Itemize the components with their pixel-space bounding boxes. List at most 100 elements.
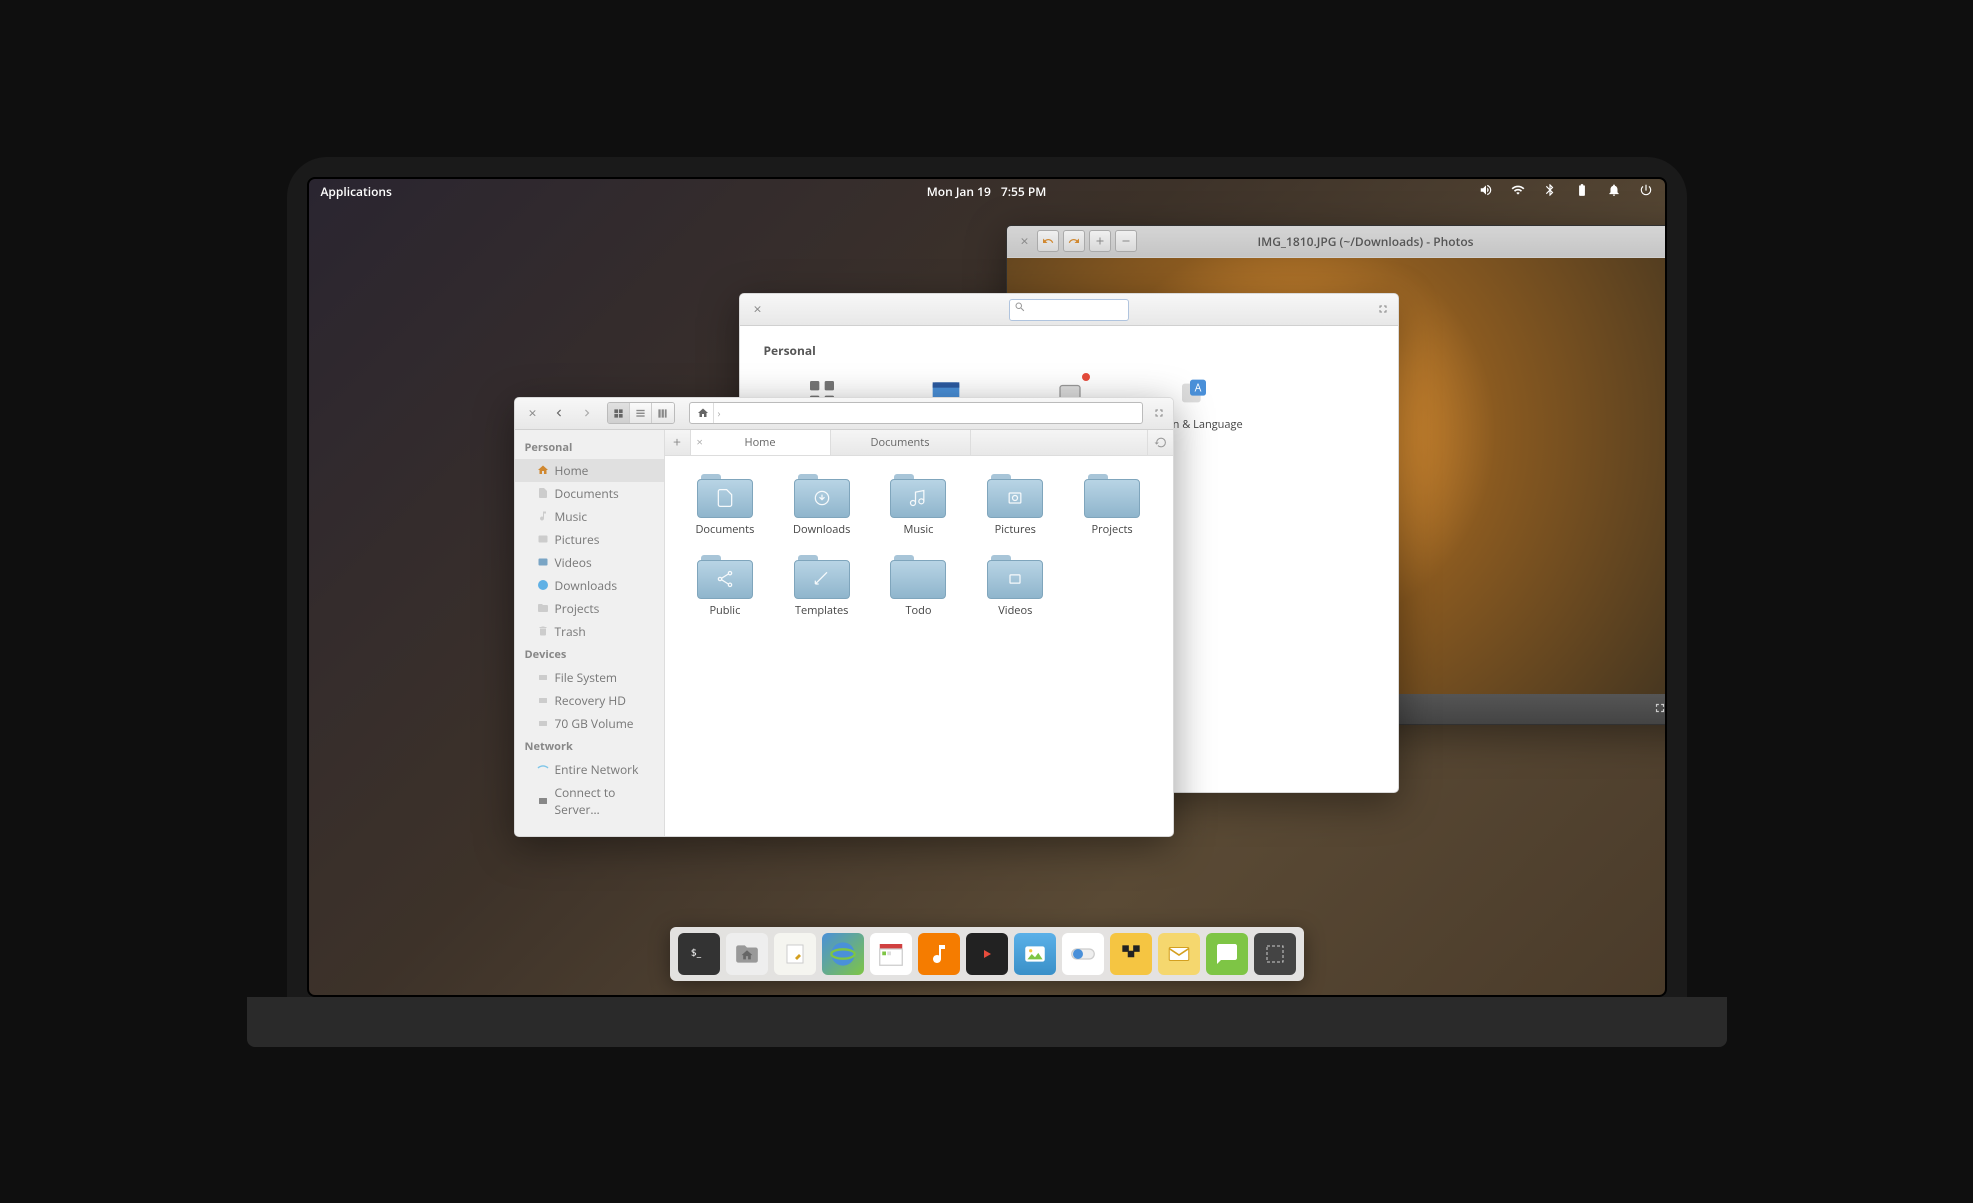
download-icon (537, 579, 549, 591)
home-icon[interactable] (694, 403, 714, 423)
maximize-icon[interactable] (1153, 402, 1165, 424)
dock-browser[interactable] (822, 933, 864, 975)
bluetooth-icon[interactable] (1543, 183, 1557, 201)
sidebar-item-volume[interactable]: 70 GB Volume (515, 712, 664, 735)
folder-documents[interactable]: Documents (679, 470, 772, 541)
history-icon[interactable] (1147, 430, 1173, 455)
files-sidebar: Personal Home Documents Music Pictures V… (515, 430, 665, 836)
folder-music[interactable]: Music (872, 470, 965, 541)
drive-icon (537, 671, 549, 683)
photos-titlebar[interactable]: × IMG_1810.JPG (~/Downloads) - Photos (1007, 226, 1667, 258)
battery-icon[interactable] (1575, 183, 1589, 201)
notifications-icon[interactable] (1607, 183, 1621, 201)
sidebar-item-documents[interactable]: Documents (515, 482, 664, 505)
photos-title: IMG_1810.JPG (~/Downloads) - Photos (1257, 233, 1473, 250)
desktop-screen: Applications Mon Jan 19 7:55 PM × (307, 177, 1667, 997)
sidebar-item-pictures[interactable]: Pictures (515, 528, 664, 551)
top-panel: Applications Mon Jan 19 7:55 PM (309, 179, 1665, 205)
search-icon (1014, 301, 1026, 313)
close-tab-icon[interactable]: × (697, 435, 703, 450)
power-icon[interactable] (1639, 183, 1653, 201)
applications-menu[interactable]: Applications (321, 183, 392, 200)
folder-todo[interactable]: Todo (872, 551, 965, 622)
column-view-icon[interactable] (652, 403, 674, 423)
folder-videos[interactable]: Videos (969, 551, 1062, 622)
folder-templates[interactable]: Templates (775, 551, 868, 622)
icon-view-icon[interactable] (608, 403, 630, 423)
network-icon (537, 763, 549, 775)
sidebar-item-downloads[interactable]: Downloads (515, 574, 664, 597)
close-icon[interactable]: × (1015, 230, 1035, 253)
undo-icon[interactable] (1037, 230, 1059, 252)
sidebar-item-home[interactable]: Home (515, 459, 664, 482)
sidebar-item-projects[interactable]: Projects (515, 597, 664, 620)
dock-photos[interactable] (1014, 933, 1056, 975)
sidebar-item-trash[interactable]: Trash (515, 620, 664, 643)
folder-public[interactable]: Public (679, 551, 772, 622)
sidebar-item-recovery[interactable]: Recovery HD (515, 689, 664, 712)
close-icon[interactable]: × (748, 298, 768, 321)
sidebar-section-network: Network (515, 735, 664, 758)
folder-downloads[interactable]: Downloads (775, 470, 868, 541)
language-icon: A (1176, 375, 1212, 411)
search-input[interactable] (1009, 299, 1129, 321)
music-icon (908, 488, 928, 508)
forward-icon[interactable] (575, 402, 599, 424)
path-bar[interactable]: › (689, 402, 1143, 424)
dock-mail[interactable] (1158, 933, 1200, 975)
sidebar-item-connect[interactable]: Connect to Server… (515, 781, 664, 821)
video-icon (1005, 569, 1025, 589)
files-titlebar[interactable]: × › (515, 398, 1173, 430)
new-tab-button[interactable]: + (665, 430, 691, 455)
zoom-out-icon[interactable] (1115, 230, 1137, 252)
zoom-in-icon[interactable] (1089, 230, 1111, 252)
settings-search[interactable] (1009, 297, 1129, 322)
share-icon (715, 569, 735, 589)
dock-screenshot[interactable] (1254, 933, 1296, 975)
section-personal: Personal (764, 342, 1378, 359)
pictures-icon (537, 533, 549, 545)
trash-icon (537, 625, 549, 637)
dock-calendar[interactable] (870, 933, 912, 975)
folder-grid: Documents Downloads Music Pictures Proje… (665, 456, 1173, 836)
sidebar-section-devices: Devices (515, 643, 664, 666)
tab-documents[interactable]: Documents (831, 430, 971, 455)
panel-date[interactable]: Mon Jan 19 (927, 183, 991, 200)
svg-text:A: A (1194, 381, 1201, 395)
panel-time[interactable]: 7:55 PM (1001, 183, 1046, 200)
dock-videos[interactable] (966, 933, 1008, 975)
close-icon[interactable]: × (523, 402, 543, 425)
dock-chat[interactable] (1206, 933, 1248, 975)
maximize-icon[interactable] (1377, 298, 1389, 320)
laptop-base (247, 997, 1727, 1047)
volume-icon[interactable] (1479, 183, 1493, 201)
sidebar-item-network[interactable]: Entire Network (515, 758, 664, 781)
fullscreen-icon[interactable] (1653, 698, 1667, 720)
templates-icon (812, 569, 832, 589)
back-icon[interactable] (547, 402, 571, 424)
dock-editor[interactable] (774, 933, 816, 975)
wifi-icon[interactable] (1511, 183, 1525, 201)
tab-home[interactable]: ×Home (691, 430, 831, 455)
pictures-icon (1005, 488, 1025, 508)
sidebar-item-videos[interactable]: Videos (515, 551, 664, 574)
folder-projects[interactable]: Projects (1066, 470, 1159, 541)
list-view-icon[interactable] (630, 403, 652, 423)
folder-pictures[interactable]: Pictures (969, 470, 1062, 541)
document-icon (537, 487, 549, 499)
home-icon (537, 464, 549, 476)
dock-files[interactable] (726, 933, 768, 975)
dock-terminal[interactable]: $_ (678, 933, 720, 975)
dock-taxi[interactable] (1110, 933, 1152, 975)
tab-bar: + ×Home Documents (665, 430, 1173, 456)
video-icon (537, 556, 549, 568)
download-icon (812, 488, 832, 508)
redo-icon[interactable] (1063, 230, 1085, 252)
folder-icon (537, 602, 549, 614)
sidebar-item-filesystem[interactable]: File System (515, 666, 664, 689)
sidebar-item-music[interactable]: Music (515, 505, 664, 528)
chevron-right-icon: › (718, 406, 721, 420)
settings-titlebar[interactable]: × System Settings (740, 294, 1398, 326)
dock-music[interactable] (918, 933, 960, 975)
dock-switchboard[interactable] (1062, 933, 1104, 975)
